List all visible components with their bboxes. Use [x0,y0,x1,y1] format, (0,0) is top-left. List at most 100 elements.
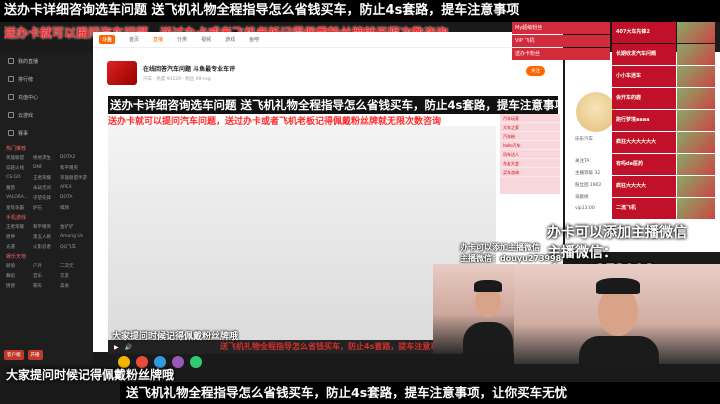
category-link[interactable]: Among Us [60,234,87,240]
sidebar-item-rank[interactable]: 排行榜 [0,70,93,88]
room-header: 在线回答汽车问题 斗鱼最专业车评 汽车 · 热度 93129 · 粉丝 99+k… [107,58,553,88]
nav-live[interactable]: 直播 [153,36,163,43]
rank-item: 407大车先锋2 [612,22,676,43]
client-download-button[interactable]: 客户端 [4,350,24,360]
bottom-notice: 大家提问时候记得佩戴粉丝牌哦 [6,368,175,382]
category-link[interactable]: 炉石 [33,205,60,211]
category-link[interactable]: 颜值 [6,263,33,269]
person-body [579,336,659,364]
category-link[interactable]: 舞蹈 [6,273,33,279]
webcam-main [514,264,720,364]
fan-club: 粉丝团 1902 [575,183,602,188]
rank-item: 跑行梦境aaaa [612,110,676,131]
category-link[interactable]: 穿越火线 [6,165,33,171]
start-stream-button[interactable]: 开播 [27,350,43,360]
category-link[interactable]: 英雄联盟手游 [60,175,87,181]
room-title: 在线回答汽车问题 斗鱼最专业车评 [143,66,236,73]
category-link[interactable]: 户外 [33,263,60,269]
list-item: 问车达人 [500,150,560,159]
gift-rank-icons [677,22,715,220]
person-body [463,322,513,354]
follow-link[interactable]: 关注TA [575,158,589,164]
play-icon[interactable]: ▶ [114,344,119,351]
cloud-icon [8,112,14,118]
category-link[interactable]: 魔兽 [6,185,33,191]
category-link[interactable]: 王者荣耀 [6,224,33,230]
left-sidebar: 我的直播 排行榜 充值中心 云游戏 赛事 热门推荐 英雄联盟 绝地求生 DOTA… [0,52,93,364]
category-link[interactable]: DOTA [60,195,87,201]
room-thumbnail [107,61,137,85]
category-link[interactable]: 绝地求生 [33,155,60,161]
nav-yuba[interactable]: 鱼吧 [249,36,259,43]
category-link[interactable]: APEX [60,185,87,191]
list-item: 汽车粉 [500,132,560,141]
stream-screen: 送办卡详细咨询选车问题 送飞机礼物全程指导怎么省钱买车，防止4s套路，提车注意事… [0,0,720,404]
category-link[interactable]: 美食 [60,283,87,289]
category-link[interactable]: 英雄联盟 [6,155,33,161]
top-banner: 送办卡详细咨询选车问题 送飞机礼物全程指导怎么省钱买车，防止4s套路，提车注意事… [0,0,720,22]
category-link[interactable]: 音乐 [33,273,60,279]
avatar[interactable] [576,92,616,132]
gift-icon[interactable] [190,356,202,368]
rank-item: 小小车迷车 [612,66,676,87]
category-link[interactable]: 火影忍者 [33,244,60,250]
nav-game[interactable]: 游戏 [225,36,235,43]
black-title-bar: 送办卡详细咨询选车问题 送飞机礼物全程指导怎么省钱买车，防止4s套路，提车注意事… [108,96,558,114]
category-link[interactable]: 聊天 [33,283,60,289]
category-link[interactable]: 星际争霸 [6,205,33,211]
sidebar-fun-grid: 颜值 户外 二次元 舞蹈 音乐 交友 情感 聊天 美食 [0,263,93,289]
sidebar-item-cloud-game[interactable]: 云游戏 [0,106,93,124]
top-nav: 斗鱼 首页 直播 分类 视频 游戏 鱼吧 [93,32,563,48]
category-link[interactable]: DNF [33,165,60,171]
category-link[interactable]: 金铲铲 [60,224,87,230]
rank-item: 有吗de医药 [612,154,676,175]
wallet-icon [8,94,14,100]
gift-rank-list: 407大车先锋2 长期收发汽车问题 小小车迷车 会开车的鹿 跑行梦境aaaa 疯… [612,22,676,220]
category-link[interactable]: 永劫无间 [33,185,60,191]
gift-icon [677,66,715,87]
volume-icon[interactable]: 🔊 [125,344,132,351]
sidebar-hot-grid: 英雄联盟 绝地求生 DOTA2 穿越火线 DNF 和平精英 CS:GO 王者荣耀… [0,155,93,211]
list-item: hello汽车 [500,141,560,150]
category-link[interactable]: 原神 [6,234,33,240]
category-link[interactable]: 光遇 [6,244,33,250]
category-link[interactable]: 第五人格 [33,234,60,240]
category-link[interactable]: DOTA2 [60,155,87,161]
follow-button[interactable]: 关注 [526,66,545,76]
nav-category[interactable]: 分类 [177,36,187,43]
nav-home[interactable]: 首页 [129,36,139,43]
list-item: 买车咨询 [500,168,560,177]
sidebar-item-my-live[interactable]: 我的直播 [0,52,93,70]
sidebar-item-events[interactable]: 赛事 [0,124,93,142]
bottom-banner: 送飞机礼物全程指导怎么省钱买车，防止4s套路，提车注意事项，让你买车无忧 [120,382,720,404]
nav-video[interactable]: 视频 [201,36,211,43]
category-link[interactable]: CS:GO [6,175,33,181]
category-link[interactable]: 守望先锋 [33,195,60,201]
category-link[interactable]: 二次元 [60,263,87,269]
rank-icon [8,76,14,82]
vip-info: vip13:00 [575,206,595,211]
list-item: My超级粉丝 [512,22,610,34]
contribution-rank[interactable]: 贡献榜 [575,194,589,200]
category-link[interactable]: QQ飞车 [60,244,87,250]
logo[interactable]: 斗鱼 [99,35,116,44]
category-link[interactable]: 情感 [6,283,33,289]
sidebar-section-fun: 娱乐天地 [6,254,27,260]
gift-icon [677,22,715,43]
category-link[interactable]: 王者荣耀 [33,175,60,181]
rank-item: 二流飞机 [612,198,676,219]
list-item: 大车之家 [500,123,560,132]
home-icon [8,58,14,64]
sidebar-item-recharge[interactable]: 充值中心 [0,88,93,106]
category-link[interactable]: VALORA... [6,195,33,201]
wechat-notice-line1: 办卡可以添加主播微信 [547,225,687,241]
list-item: 车友大会 [500,159,560,168]
category-link[interactable]: 和平精英 [33,224,60,230]
category-link[interactable]: 棋牌 [60,205,87,211]
category-link[interactable]: 交友 [60,273,87,279]
gift-icon [677,176,715,197]
category-link[interactable]: 和平精英 [60,165,87,171]
video-red-caption: 送飞机礼物全程指导怎么省钱买车，防止4s套路，提车注意事项 [220,342,447,351]
chat-list: 汽车玩家 大车之家 汽车粉 hello汽车 问车达人 车友大会 买车咨询 [500,114,560,194]
gift-icon [677,88,715,109]
